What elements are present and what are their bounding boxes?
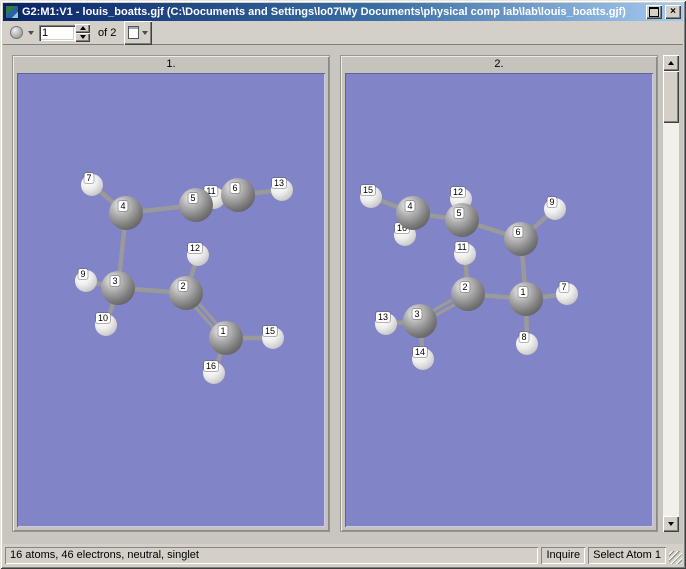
spin-up-icon xyxy=(79,26,86,30)
atom-label-12: 12 xyxy=(187,243,203,253)
spin-down-button[interactable] xyxy=(75,32,90,42)
molecule-panel-1: 1. 7 11 4 5 6 13 12 9 3 2 10 1 15 16 xyxy=(12,55,330,532)
atom-label-1: 1 xyxy=(518,287,528,297)
frame-nav-dropdown-icon[interactable] xyxy=(28,30,34,35)
atom-label-13: 13 xyxy=(271,178,287,188)
gaussview-window: G2:M1:V1 - louis_boatts.gjf (C:\Document… xyxy=(0,0,686,569)
frame-nav-icon[interactable] xyxy=(10,26,23,39)
atom-label-13: 13 xyxy=(375,312,391,322)
atom-label-7: 7 xyxy=(559,282,569,292)
title-bar[interactable]: G2:M1:V1 - louis_boatts.gjf (C:\Document… xyxy=(3,3,683,21)
frame-spin-buttons xyxy=(75,23,90,42)
window-title: G2:M1:V1 - louis_boatts.gjf (C:\Document… xyxy=(22,6,626,18)
atom-label-15: 15 xyxy=(262,326,278,336)
panel-2-title: 2. xyxy=(494,58,504,70)
atom-label-2: 2 xyxy=(178,281,188,291)
vertical-scrollbar[interactable] xyxy=(663,55,679,532)
scroll-down-icon xyxy=(668,522,674,526)
status-bar: 16 atoms, 46 electrons, neutral, singlet… xyxy=(3,544,683,566)
scroll-down-button[interactable] xyxy=(663,516,679,532)
atom-label-8: 8 xyxy=(519,332,529,342)
frame-number-input[interactable] xyxy=(39,24,75,41)
molecule-panel-2: 2. 16 15 4 12 5 9 6 11 2 1 7 13 3 8 14 xyxy=(340,55,658,532)
panel-1-title: 1. xyxy=(166,58,176,70)
atom-label-15: 15 xyxy=(360,185,376,195)
atom-label-5: 5 xyxy=(188,193,198,203)
spin-down-icon xyxy=(79,35,86,39)
close-icon: × xyxy=(670,6,676,17)
mode-status: Inquire xyxy=(541,547,585,564)
atom-label-9: 9 xyxy=(547,197,557,207)
molecule-viewport-1[interactable]: 7 11 4 5 6 13 12 9 3 2 10 1 15 16 xyxy=(17,73,325,527)
atom-label-12: 12 xyxy=(450,187,466,197)
atom-label-1: 1 xyxy=(218,326,228,336)
bond-layer-2 xyxy=(368,194,570,362)
atom-label-6: 6 xyxy=(230,183,240,193)
atom-label-16: 16 xyxy=(203,361,219,371)
view-options-button[interactable] xyxy=(124,20,153,45)
app-icon xyxy=(5,5,19,19)
atom-label-4: 4 xyxy=(118,201,128,211)
view-options-dropdown-icon xyxy=(142,30,149,35)
spin-up-button[interactable] xyxy=(75,23,90,33)
maximize-icon xyxy=(649,7,659,17)
frame-spinner xyxy=(39,23,90,42)
atom-label-9: 9 xyxy=(78,269,88,279)
atom-label-4: 4 xyxy=(405,201,415,211)
close-button[interactable]: × xyxy=(665,5,681,19)
atom-label-7: 7 xyxy=(84,173,94,183)
view-options-icon xyxy=(128,26,140,39)
atom-label-14: 14 xyxy=(412,347,428,357)
selection-status: Select Atom 1 xyxy=(588,547,666,564)
scroll-up-button[interactable] xyxy=(663,55,679,71)
atom-label-2: 2 xyxy=(460,282,470,292)
frame-toolbar: of 2 xyxy=(3,20,683,45)
frame-count-label: of 2 xyxy=(98,26,117,39)
atom-label-3: 3 xyxy=(412,309,422,319)
atom-label-3: 3 xyxy=(110,276,120,286)
mdi-client-area: 1. 7 11 4 5 6 13 12 9 3 2 10 1 15 16 2. 16 15 4 12 5 9 6 11 2… xyxy=(3,45,683,544)
atom-label-10: 10 xyxy=(95,313,111,323)
atom-label-6: 6 xyxy=(513,227,523,237)
molecule-info-status: 16 atoms, 46 electrons, neutral, singlet xyxy=(5,547,538,564)
molecule-viewport-2[interactable]: 16 15 4 12 5 9 6 11 2 1 7 13 3 8 14 xyxy=(345,73,653,527)
scroll-up-icon xyxy=(668,61,674,65)
atom-label-5: 5 xyxy=(454,208,464,218)
maximize-button[interactable] xyxy=(646,5,662,19)
atom-label-11: 11 xyxy=(455,242,469,252)
scrollbar-thumb[interactable] xyxy=(663,71,679,123)
resize-grip[interactable] xyxy=(669,551,682,564)
